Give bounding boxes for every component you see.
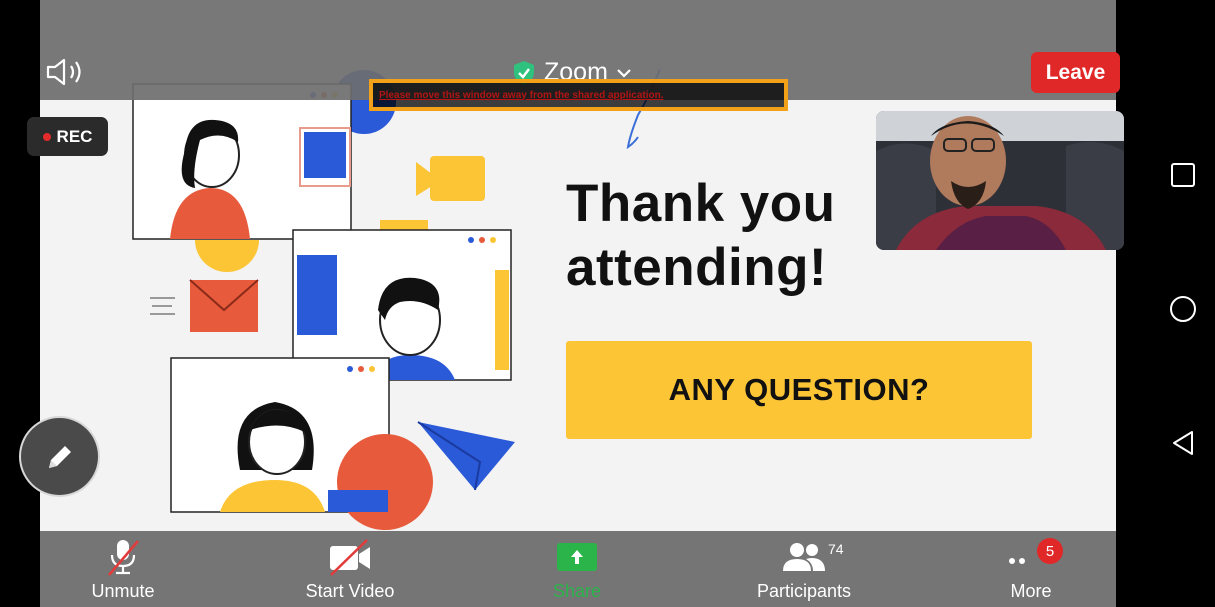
video-call-illustration	[132, 70, 515, 530]
start-video-button[interactable]: Start Video	[270, 533, 430, 607]
square-nav-icon[interactable]	[1168, 160, 1198, 190]
recording-badge: REC	[27, 117, 108, 156]
leave-button[interactable]: Leave	[1031, 52, 1120, 93]
video-off-icon	[330, 539, 370, 576]
system-nav-bar	[1150, 0, 1215, 607]
unmute-button[interactable]: Unmute	[43, 533, 203, 607]
more-dots-icon	[1009, 558, 1025, 564]
share-warning-banner: Please move this window away from the sh…	[369, 79, 788, 111]
share-arrow-icon	[557, 543, 597, 571]
back-triangle-icon[interactable]	[1168, 428, 1198, 458]
pencil-icon	[48, 445, 71, 468]
participant-video-tile[interactable]	[876, 111, 1124, 250]
more-label: More	[1010, 581, 1052, 601]
more-button[interactable]: 5 More	[951, 533, 1111, 607]
record-dot-icon	[42, 132, 51, 141]
unmute-label: Unmute	[91, 581, 155, 601]
start-video-label: Start Video	[305, 581, 395, 601]
participants-button[interactable]: 74 Participants	[724, 533, 884, 607]
circle-nav-icon[interactable]	[1168, 294, 1198, 324]
participants-count: 74	[828, 541, 844, 557]
speaker-icon[interactable]	[44, 56, 86, 88]
annotate-button[interactable]	[19, 416, 100, 497]
share-label: Share	[552, 581, 602, 601]
participant-video-feed	[876, 111, 1124, 250]
chevron-down-icon	[617, 68, 631, 78]
share-button[interactable]: Share	[497, 533, 657, 607]
mic-muted-icon	[108, 540, 139, 576]
slide-title: Thank you attending!	[566, 174, 836, 297]
participants-icon	[783, 543, 825, 571]
rec-label: REC	[56, 126, 93, 146]
participants-label: Participants	[756, 581, 852, 601]
more-notification-badge: 5	[1037, 538, 1063, 564]
any-question-box: ANY QUESTION?	[566, 341, 1032, 439]
